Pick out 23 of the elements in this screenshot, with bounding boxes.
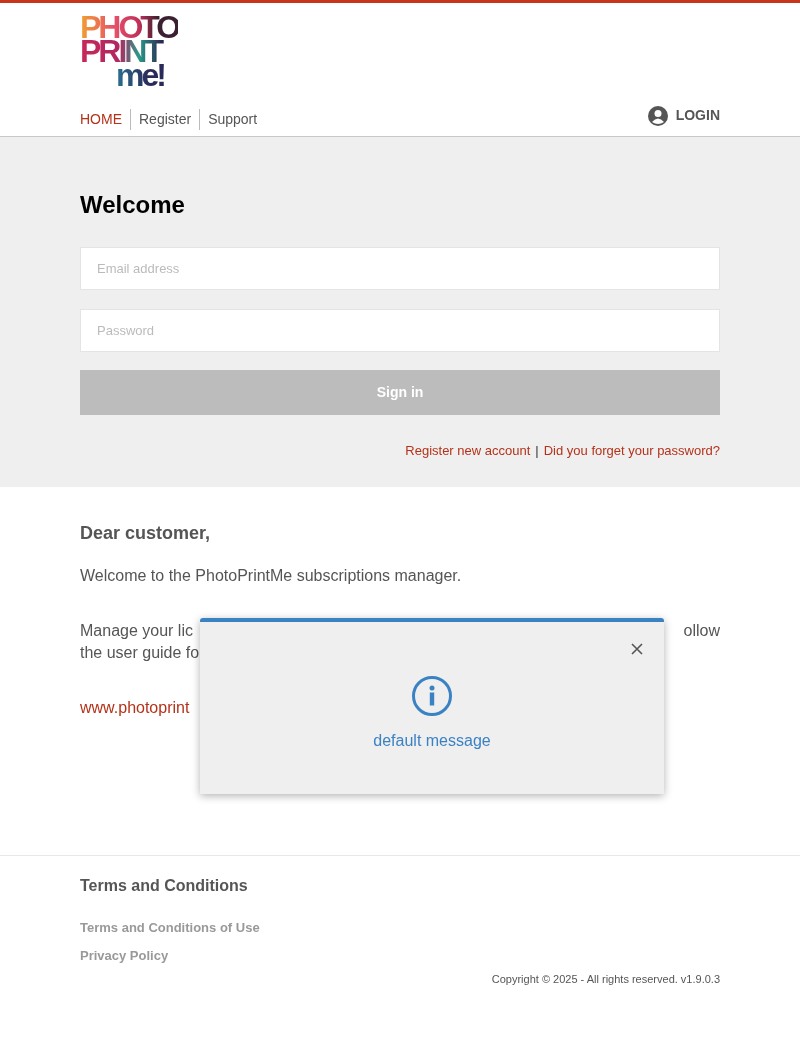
logo[interactable]: PHOTO PRINT me!	[80, 3, 179, 87]
close-button[interactable]	[630, 642, 644, 656]
dialog-message: default message	[373, 731, 491, 751]
separator: |	[535, 442, 539, 460]
paragraph-text: Manage your lic	[80, 621, 193, 641]
paragraph-text: ollow	[683, 621, 720, 641]
paragraph-text: the user guide fo	[80, 643, 200, 663]
login-button[interactable]: LOGIN	[647, 105, 720, 130]
info-icon	[411, 675, 453, 717]
email-field[interactable]: Email address	[80, 247, 720, 290]
nav-link[interactable]: Register	[130, 109, 200, 130]
register-link[interactable]: Register new account	[405, 441, 531, 461]
greeting-heading: Dear customer,	[80, 522, 212, 545]
user-icon	[647, 105, 668, 126]
forgot-password-link[interactable]: Did you forget your password?	[543, 441, 720, 461]
welcome-text: Welcome to the PhotoPrintMe subscriptions manager.	[80, 566, 463, 586]
close-icon	[630, 642, 644, 656]
nav-link[interactable]: Support	[199, 109, 266, 130]
terms-heading: Terms and Conditions	[80, 876, 249, 896]
nav-link[interactable]: HOME	[80, 109, 130, 130]
copyright-text: Copyright © 2025 - All rights reserved. v1.9.0.3	[490, 972, 720, 987]
welcome-title: Welcome	[80, 190, 186, 220]
password-field[interactable]: Password	[80, 309, 720, 352]
